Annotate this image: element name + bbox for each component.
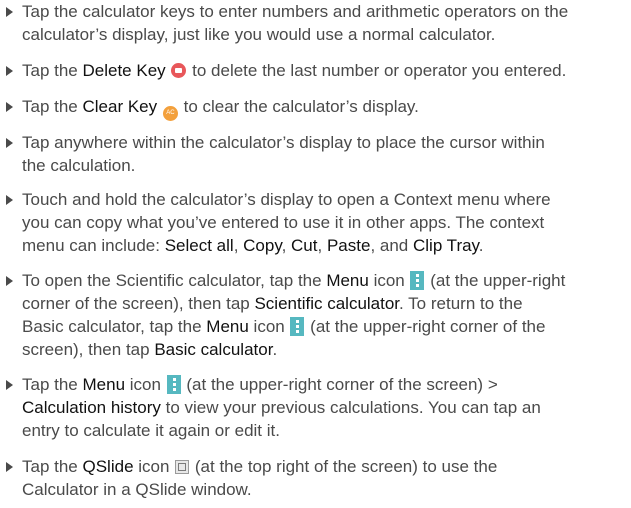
text-run: corner of the screen), then tap: [22, 294, 255, 313]
emphasized-term: Copy: [243, 236, 282, 255]
bullet-text: Tap the Delete Key to delete the last nu…: [22, 59, 630, 82]
bullet-text: Tap the Menu icon (at the upper-right co…: [22, 373, 630, 442]
bullet-arrow-icon: [6, 195, 13, 205]
bullet-text: Tap anywhere within the calculator’s dis…: [22, 131, 630, 177]
text-line: entry to calculate it again or edit it.: [22, 419, 630, 442]
bullet-arrow-icon: [6, 66, 13, 76]
text-line: Tap the calculator keys to enter numbers…: [22, 0, 630, 23]
menu-icon: [410, 271, 425, 290]
text-run: icon: [125, 375, 166, 394]
text-run: icon: [133, 457, 175, 476]
text-line: the calculation.: [22, 154, 630, 177]
text-line: Calculation history to view your previou…: [22, 396, 630, 419]
text-line: Tap the Menu icon (at the upper-right co…: [22, 373, 630, 396]
instruction-list: Tap the calculator keys to enter numbers…: [0, 0, 631, 508]
text-run: to view your previous calculations. You …: [160, 398, 541, 417]
text-line: menu can include: Select all, Copy, Cut,…: [22, 234, 630, 257]
menu-icon: [166, 375, 181, 394]
emphasized-term: Scientific calculator: [254, 294, 400, 313]
emphasized-term: Paste: [326, 236, 371, 255]
text-run: Basic calculator, tap the: [22, 317, 207, 336]
text-run: Touch and hold the calculator’s display …: [22, 190, 551, 209]
text-run: Calculator in a QSlide window.: [22, 480, 252, 499]
text-run: Tap the: [22, 375, 83, 394]
text-run: calculator’s display, just like you woul…: [22, 25, 496, 44]
text-run: entry to calculate it again or edit it.: [22, 421, 280, 440]
emphasized-term: Calculation history: [22, 398, 161, 417]
bullet-arrow-icon: [6, 380, 13, 390]
text-run: (at the upper-right corner of the screen…: [181, 375, 498, 394]
text-line: Tap the Clear Key AC to clear the calcul…: [22, 95, 630, 121]
text-line: Tap the QSlide icon (at the top right of…: [22, 455, 630, 478]
menu-icon: [290, 317, 305, 336]
bullet-arrow-icon: [6, 102, 13, 112]
text-run: To open the Scientific calculator, tap t…: [22, 271, 327, 290]
text-run: Tap the: [22, 97, 83, 116]
bullet-arrow-icon: [6, 138, 13, 148]
bullet-text: Tap the Clear Key AC to clear the calcul…: [22, 95, 630, 121]
text-run: ,: [281, 236, 292, 255]
emphasized-term: Delete Key: [82, 61, 166, 80]
text-run: Tap the: [22, 61, 83, 80]
text-line: calculator’s display, just like you woul…: [22, 23, 630, 46]
text-run: Tap anywhere within the calculator’s dis…: [22, 133, 545, 152]
text-run: menu can include:: [22, 236, 165, 255]
text-line: Tap the Delete Key to delete the last nu…: [22, 59, 630, 82]
emphasized-term: Select all: [164, 236, 234, 255]
text-run: the calculation.: [22, 156, 136, 175]
text-run: you can copy what you’ve entered to use …: [22, 213, 545, 232]
text-run: [157, 97, 162, 116]
bullet-text: Tap the calculator keys to enter numbers…: [22, 0, 630, 46]
text-line: To open the Scientific calculator, tap t…: [22, 269, 630, 292]
text-run: icon: [248, 317, 290, 336]
bullet-text: To open the Scientific calculator, tap t…: [22, 269, 630, 361]
emphasized-term: Clip Tray: [412, 236, 479, 255]
emphasized-term: Menu: [82, 375, 126, 394]
emphasized-term: Cut: [291, 236, 318, 255]
clear-key-icon: AC: [162, 106, 178, 121]
text-run: , and: [370, 236, 413, 255]
text-run: to clear the calculator’s display.: [178, 97, 419, 116]
text-run: (at the upper-right corner of the: [305, 317, 546, 336]
text-line: corner of the screen), then tap Scientif…: [22, 292, 630, 315]
bullet-text: Touch and hold the calculator’s display …: [22, 188, 630, 257]
delete-key-icon: [171, 63, 187, 78]
text-line: Calculator in a QSlide window.: [22, 478, 630, 501]
bullet-arrow-icon: [6, 276, 13, 286]
text-line: Tap anywhere within the calculator’s dis…: [22, 131, 630, 154]
text-run: to delete the last number or operator yo…: [187, 61, 567, 80]
text-run: .: [478, 236, 484, 255]
text-run: Tap the: [22, 457, 83, 476]
text-run: [166, 61, 171, 80]
emphasized-term: Menu: [326, 271, 369, 290]
text-line: you can copy what you’ve entered to use …: [22, 211, 630, 234]
text-run: Tap the calculator keys to enter numbers…: [22, 2, 569, 21]
text-run: ,: [233, 236, 244, 255]
text-line: Touch and hold the calculator’s display …: [22, 188, 630, 211]
qslide-icon: [175, 460, 190, 474]
bullet-text: Tap the QSlide icon (at the top right of…: [22, 455, 630, 501]
emphasized-term: Menu: [206, 317, 249, 336]
text-line: Basic calculator, tap the Menu icon (at …: [22, 315, 630, 338]
bullet-arrow-icon: [6, 7, 13, 17]
emphasized-term: Clear Key: [82, 97, 158, 116]
text-line: screen), then tap Basic calculator.: [22, 338, 630, 361]
text-run: ,: [317, 236, 327, 255]
emphasized-term: QSlide: [82, 457, 134, 476]
text-run: (at the upper-right: [425, 271, 566, 290]
text-run: . To return to the: [399, 294, 523, 313]
emphasized-term: Basic calculator: [154, 340, 273, 359]
text-run: screen), then tap: [22, 340, 155, 359]
text-run: .: [272, 340, 278, 359]
text-run: icon: [368, 271, 410, 290]
bullet-arrow-icon: [6, 462, 13, 472]
text-run: (at the top right of the screen) to use …: [190, 457, 498, 476]
